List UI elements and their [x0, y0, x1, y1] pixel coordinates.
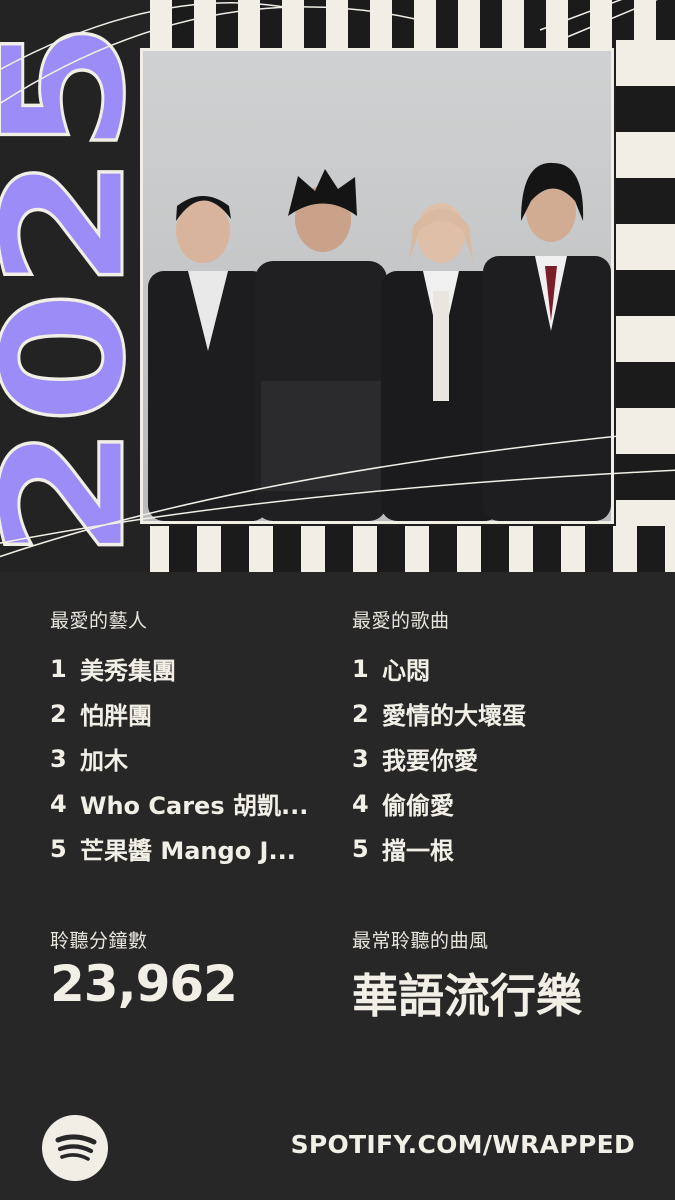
artist-item[interactable]: 4 Who Cares 胡凱... — [50, 781, 308, 826]
rank-number: 1 — [352, 654, 369, 683]
rank-number: 4 — [50, 789, 67, 818]
song-item[interactable]: 2 愛情的大壞蛋 — [352, 691, 526, 736]
year-graphic: 2025 — [0, 0, 150, 572]
top-songs-label: 最愛的歌曲 — [352, 610, 450, 632]
top-songs-list: 1 心悶 2 愛情的大壞蛋 3 我要你愛 4 偷偷愛 5 擋一根 — [352, 646, 526, 871]
checker-stripes-right — [616, 40, 675, 530]
artist-name: 芒果醬 Mango J... — [80, 837, 296, 865]
artist-item[interactable]: 5 芒果醬 Mango J... — [50, 826, 308, 871]
minutes-value: 23,962 — [50, 955, 238, 1013]
checker-stripes-bottom — [145, 526, 675, 572]
minutes-label: 聆聽分鐘數 — [50, 930, 148, 952]
header-artwork: 2025 — [0, 0, 675, 572]
artist-photo — [140, 48, 614, 524]
song-item[interactable]: 4 偷偷愛 — [352, 781, 526, 826]
song-name: 偷偷愛 — [382, 792, 454, 820]
checker-stripes-top — [150, 0, 675, 48]
rank-number: 5 — [352, 834, 369, 863]
rank-number: 2 — [50, 699, 67, 728]
artist-name: 美秀集團 — [80, 657, 176, 685]
top-artists-list: 1 美秀集團 2 怕胖團 3 加木 4 Who Cares 胡凱... 5 芒果醬 Man… — [50, 646, 308, 871]
genre-label: 最常聆聽的曲風 — [352, 930, 489, 952]
song-item[interactable]: 1 心悶 — [352, 646, 526, 691]
artist-name: 怕胖團 — [80, 702, 152, 730]
artist-item[interactable]: 1 美秀集團 — [50, 646, 308, 691]
song-item[interactable]: 5 擋一根 — [352, 826, 526, 871]
genre-value: 華語流行樂 — [352, 969, 582, 1023]
song-item[interactable]: 3 我要你愛 — [352, 736, 526, 781]
song-name: 心悶 — [382, 657, 430, 685]
rank-number: 1 — [50, 654, 67, 683]
song-name: 我要你愛 — [382, 747, 478, 775]
rank-number: 2 — [352, 699, 369, 728]
artist-item[interactable]: 3 加木 — [50, 736, 308, 781]
artist-name: Who Cares 胡凱... — [80, 792, 309, 820]
top-artists-label: 最愛的藝人 — [50, 610, 148, 632]
rank-number: 3 — [352, 744, 369, 773]
spotify-logo-icon[interactable] — [42, 1115, 108, 1181]
rank-number: 4 — [352, 789, 369, 818]
artist-item[interactable]: 2 怕胖團 — [50, 691, 308, 736]
artist-name: 加木 — [80, 747, 128, 775]
song-name: 愛情的大壞蛋 — [382, 702, 526, 730]
year-text: 2025 — [0, 20, 150, 560]
rank-number: 3 — [50, 744, 67, 773]
wrapped-url-link[interactable]: SPOTIFY.COM/WRAPPED — [291, 1130, 635, 1159]
rank-number: 5 — [50, 834, 67, 863]
song-name: 擋一根 — [382, 837, 454, 865]
